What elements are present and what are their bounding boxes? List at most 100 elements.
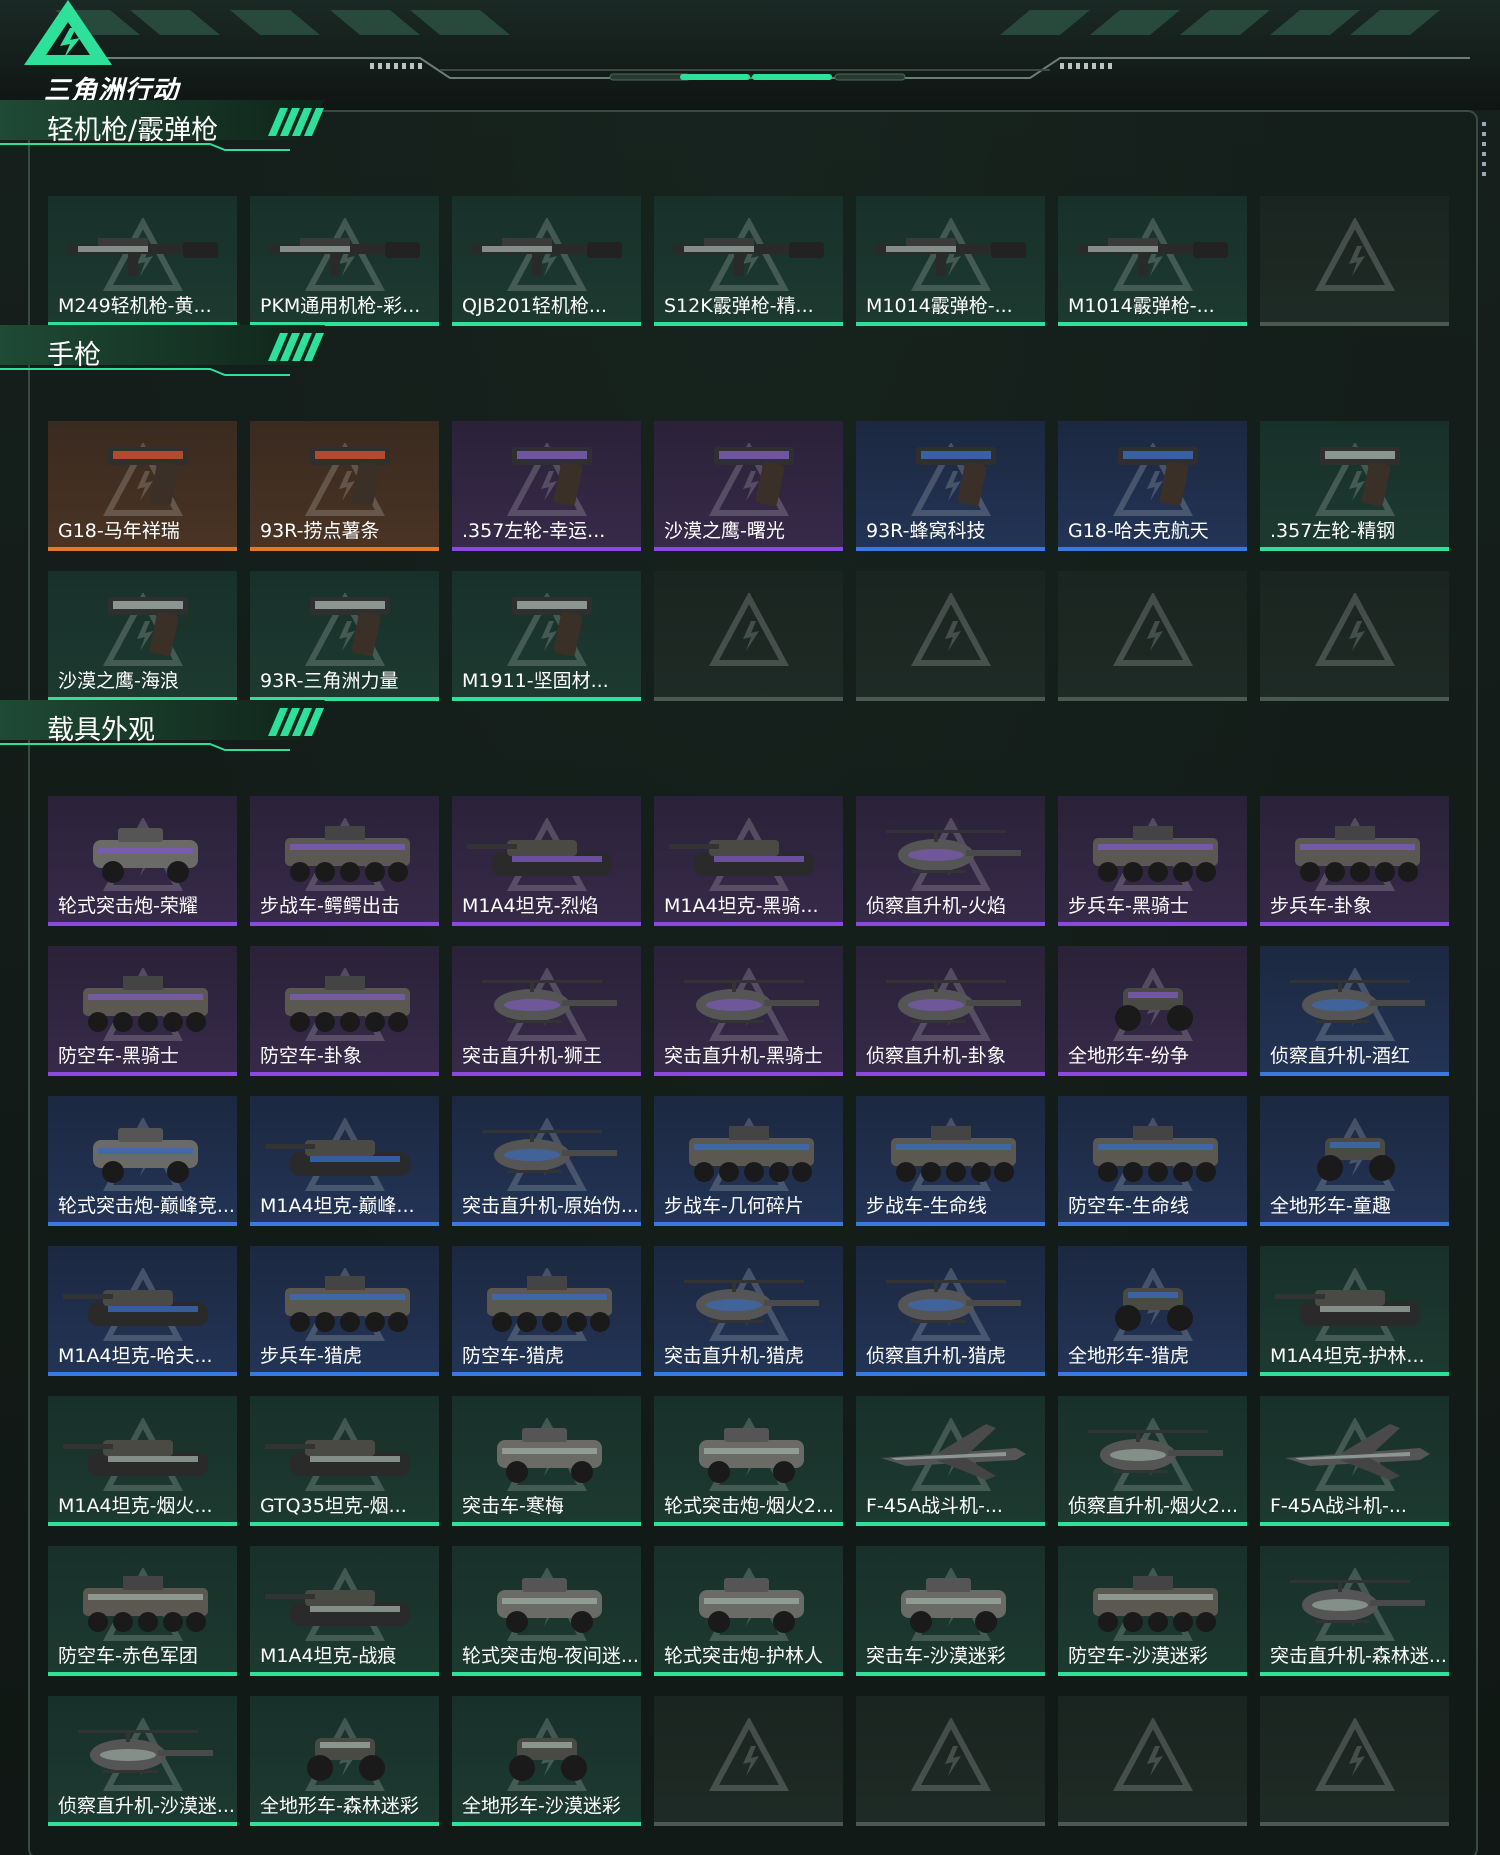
skin-card[interactable]: 全地形车-纷争 xyxy=(1058,946,1247,1076)
skin-card[interactable]: 突击车-寒梅 xyxy=(452,1396,641,1526)
section-header: 手枪 xyxy=(0,325,330,377)
delta-watermark-icon xyxy=(1315,1718,1395,1791)
skin-card[interactable]: 步兵车-卦象 xyxy=(1260,796,1449,926)
section-title: 手枪 xyxy=(47,340,101,371)
rarity-bar xyxy=(1260,1672,1449,1676)
skin-card[interactable]: 防空车-猎虎 xyxy=(452,1246,641,1376)
skin-name: 防空车-黑骑士 xyxy=(58,1045,179,1067)
rarity-bar xyxy=(654,1372,843,1376)
skin-card[interactable]: 93R-三角洲力量 xyxy=(250,571,439,701)
rarity-bar xyxy=(250,1072,439,1076)
skin-card[interactable]: 防空车-赤色军团 xyxy=(48,1546,237,1676)
skin-card[interactable]: F-45A战斗机-... xyxy=(856,1396,1045,1526)
skin-card[interactable]: 突击直升机-猎虎 xyxy=(654,1246,843,1376)
skin-card[interactable]: G18-哈夫克航天 xyxy=(1058,421,1247,551)
skin-card[interactable]: 步兵车-猎虎 xyxy=(250,1246,439,1376)
skin-card[interactable]: 93R-蜂窝科技 xyxy=(856,421,1045,551)
skin-card[interactable]: M1A4坦克-烈焰 xyxy=(452,796,641,926)
skin-card[interactable]: M1A4坦克-哈夫... xyxy=(48,1246,237,1376)
skin-card[interactable]: M1014霰弹枪-... xyxy=(1058,196,1247,326)
skin-card[interactable]: 防空车-卦象 xyxy=(250,946,439,1076)
skin-card[interactable]: G18-马年祥瑞 xyxy=(48,421,237,551)
skin-card[interactable]: 防空车-生命线 xyxy=(1058,1096,1247,1226)
skin-card[interactable]: 突击直升机-森林迷... xyxy=(1260,1546,1449,1676)
skin-name: GTQ35坦克-烟... xyxy=(260,1495,407,1517)
skin-card[interactable]: 突击车-沙漠迷彩 xyxy=(856,1546,1045,1676)
rarity-bar xyxy=(1058,322,1247,326)
rarity-bar xyxy=(250,1822,439,1826)
skin-name: 沙漠之鹰-海浪 xyxy=(58,670,179,692)
skin-card[interactable]: PKM通用机枪-彩... xyxy=(250,196,439,326)
rarity-bar xyxy=(654,1672,843,1676)
skin-card[interactable]: .357左轮-幸运... xyxy=(452,421,641,551)
skin-name: M1A4坦克-烈焰 xyxy=(462,895,599,917)
skin-card[interactable]: 侦察直升机-沙漠迷... xyxy=(48,1696,237,1826)
rarity-bar xyxy=(856,322,1045,326)
skin-card[interactable]: M1911-坚固材... xyxy=(452,571,641,701)
skin-card[interactable]: 步战车-生命线 xyxy=(856,1096,1045,1226)
skin-card[interactable]: 侦察直升机-烟火2... xyxy=(1058,1396,1247,1526)
top-banner: 三角洲行动 xyxy=(0,0,1500,110)
skin-card[interactable]: M1A4坦克-护林... xyxy=(1260,1246,1449,1376)
skin-name: .357左轮-精钢 xyxy=(1270,520,1396,542)
delta-watermark-icon xyxy=(1113,1718,1193,1791)
skin-card[interactable]: S12K霰弹枪-精... xyxy=(654,196,843,326)
skin-card[interactable]: 全地形车-童趣 xyxy=(1260,1096,1449,1226)
rarity-bar xyxy=(856,1072,1045,1076)
skin-card[interactable]: 步战车-鳄鳄出击 xyxy=(250,796,439,926)
rarity-bar xyxy=(48,1222,237,1226)
skin-card[interactable]: 突击直升机-狮王 xyxy=(452,946,641,1076)
rarity-bar xyxy=(250,547,439,551)
skin-card[interactable]: 全地形车-猎虎 xyxy=(1058,1246,1247,1376)
skin-card[interactable]: 步战车-几何碎片 xyxy=(654,1096,843,1226)
skin-card[interactable]: 轮式突击炮-夜间迷... xyxy=(452,1546,641,1676)
rarity-bar xyxy=(654,922,843,926)
skin-card[interactable]: 沙漠之鹰-曙光 xyxy=(654,421,843,551)
skin-name: 侦察直升机-沙漠迷... xyxy=(58,1795,235,1817)
skin-card[interactable]: M249轻机枪-黄... xyxy=(48,196,237,326)
skin-card[interactable]: 防空车-沙漠迷彩 xyxy=(1058,1546,1247,1676)
rarity-bar xyxy=(1058,697,1247,701)
skin-card[interactable]: GTQ35坦克-烟... xyxy=(250,1396,439,1526)
delta-watermark-icon xyxy=(709,593,789,666)
skin-name: 步战车-几何碎片 xyxy=(664,1195,804,1217)
skin-card[interactable]: M1A4坦克-巅峰... xyxy=(250,1096,439,1226)
skin-card[interactable]: 轮式突击炮-荣耀 xyxy=(48,796,237,926)
skin-card[interactable]: 突击直升机-黑骑士 xyxy=(654,946,843,1076)
skin-card[interactable]: 侦察直升机-酒红 xyxy=(1260,946,1449,1076)
section-header: 载具外观 xyxy=(0,700,330,752)
skin-name: 轮式突击炮-夜间迷... xyxy=(462,1645,639,1667)
skin-card[interactable]: M1A4坦克-烟火... xyxy=(48,1396,237,1526)
skin-card[interactable]: 轮式突击炮-巅峰竞... xyxy=(48,1096,237,1226)
skin-card[interactable]: 93R-捞点薯条 xyxy=(250,421,439,551)
delta-watermark-icon xyxy=(709,1718,789,1791)
skin-card[interactable]: 侦察直升机-卦象 xyxy=(856,946,1045,1076)
skin-name: 侦察直升机-烟火2... xyxy=(1068,1495,1239,1517)
skin-card[interactable]: 沙漠之鹰-海浪 xyxy=(48,571,237,701)
scrollbar-indicator[interactable] xyxy=(1482,122,1488,184)
skin-card[interactable]: 轮式突击炮-护林人 xyxy=(654,1546,843,1676)
skin-card[interactable]: 侦察直升机-火焰 xyxy=(856,796,1045,926)
skin-card[interactable]: 侦察直升机-猎虎 xyxy=(856,1246,1045,1376)
rarity-bar xyxy=(856,547,1045,551)
rarity-bar xyxy=(856,922,1045,926)
skin-card[interactable]: QJB201轻机枪... xyxy=(452,196,641,326)
skin-card[interactable]: .357左轮-精钢 xyxy=(1260,421,1449,551)
skin-card[interactable]: 防空车-黑骑士 xyxy=(48,946,237,1076)
rarity-bar xyxy=(856,1672,1045,1676)
rarity-bar xyxy=(1260,322,1449,326)
skin-name: M249轻机枪-黄... xyxy=(58,295,212,317)
skin-name: 突击车-沙漠迷彩 xyxy=(866,1645,1006,1667)
rarity-bar xyxy=(1260,922,1449,926)
skin-card[interactable]: 全地形车-森林迷彩 xyxy=(250,1696,439,1826)
skin-card[interactable]: M1A4坦克-战痕 xyxy=(250,1546,439,1676)
skin-card[interactable]: M1A4坦克-黑骑... xyxy=(654,796,843,926)
skin-card[interactable]: 步兵车-黑骑士 xyxy=(1058,796,1247,926)
skin-card[interactable]: 突击直升机-原始伪... xyxy=(452,1096,641,1226)
rarity-bar xyxy=(1058,1672,1247,1676)
skin-card[interactable]: 全地形车-沙漠迷彩 xyxy=(452,1696,641,1826)
rarity-bar xyxy=(48,922,237,926)
skin-card[interactable]: M1014霰弹枪-... xyxy=(856,196,1045,326)
skin-card[interactable]: 轮式突击炮-烟火2... xyxy=(654,1396,843,1526)
skin-card[interactable]: F-45A战斗机-... xyxy=(1260,1396,1449,1526)
